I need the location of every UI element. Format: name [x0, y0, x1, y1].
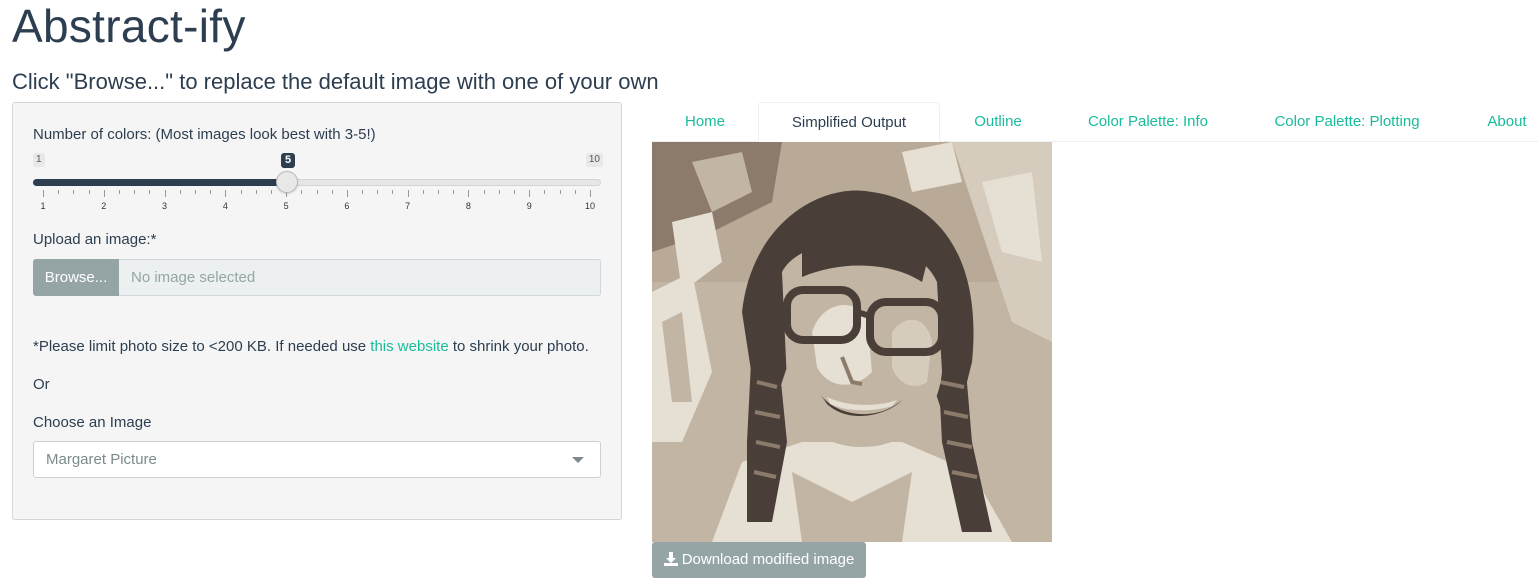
size-note-text-end: to shrink your photo. [448, 338, 589, 355]
slider-minor-tick [574, 190, 576, 194]
download-label: Download modified image [681, 551, 855, 568]
slider-minor-tick [58, 190, 60, 194]
slider-minor-tick [514, 190, 516, 194]
slider-minor-tick [422, 190, 424, 194]
slider-tick-label: 4 [222, 201, 228, 211]
slider-minor-tick [73, 190, 75, 194]
slider-tick-label: 7 [405, 201, 411, 211]
choose-image-label: Choose an Image [33, 414, 152, 431]
slider-minor-tick [438, 190, 440, 194]
slider-tick-label: 5 [283, 201, 289, 211]
slider-minor-tick [118, 190, 120, 194]
caret-down-icon [572, 457, 584, 463]
slider-minor-tick [240, 190, 242, 194]
slider-max-label: 10 [585, 153, 603, 167]
tab-simplified-output[interactable]: Simplified Output [758, 102, 940, 142]
slider-min-label: 1 [33, 153, 45, 167]
or-label: Or [33, 376, 50, 393]
slider-major-tick [529, 190, 531, 197]
slider-major-tick [103, 190, 105, 197]
simplified-output-image [652, 142, 1052, 542]
num-colors-label: Number of colors: (Most images look best… [33, 126, 376, 143]
tab-color-palette-info[interactable]: Color Palette: Info [1072, 102, 1224, 142]
tab-color-palette-plotting[interactable]: Color Palette: Plotting [1258, 102, 1436, 142]
slider-minor-tick [331, 190, 333, 194]
slider-minor-tick [134, 190, 136, 194]
slider-minor-tick [498, 190, 500, 194]
slider-minor-tick [453, 190, 455, 194]
file-upload: Browse... No image selected [33, 259, 601, 296]
choose-image-selected: Margaret Picture [46, 451, 157, 468]
tab-bar: Home Simplified Output Outline Color Pal… [652, 102, 1538, 142]
page-subtitle: Click "Browse..." to replace the default… [12, 69, 659, 94]
slider-tick-label: 3 [162, 201, 168, 211]
slider-minor-tick [255, 190, 257, 194]
num-colors-slider[interactable]: 1 10 5 1 2 3 4 5 6 7 8 9 10 [33, 153, 603, 213]
slider-major-tick [43, 190, 44, 197]
slider-minor-tick [377, 190, 379, 194]
slider-tick-label: 6 [344, 201, 350, 211]
app-title: Abstract-ify [12, 0, 246, 52]
slider-minor-tick [194, 190, 196, 194]
slider-fill [33, 179, 287, 186]
slider-minor-tick [559, 190, 561, 194]
slider-minor-tick [483, 190, 485, 194]
upload-label: Upload an image:* [33, 231, 157, 248]
slider-minor-tick [316, 190, 318, 194]
size-note: *Please limit photo size to <200 KB. If … [33, 338, 589, 355]
slider-major-tick [346, 190, 348, 197]
slider-minor-tick [362, 190, 364, 194]
slider-minor-tick [270, 190, 272, 194]
choose-image-select[interactable]: Margaret Picture [33, 441, 601, 478]
slider-minor-tick [88, 190, 90, 194]
slider-major-tick [590, 190, 591, 197]
download-icon [663, 552, 678, 566]
file-name-field[interactable]: No image selected [119, 259, 601, 296]
tab-about[interactable]: About [1472, 102, 1538, 142]
slider-handle[interactable] [276, 171, 298, 193]
slider-major-tick [225, 190, 227, 197]
slider-minor-tick [210, 190, 212, 194]
slider-tick-label: 8 [465, 201, 471, 211]
size-note-text: *Please limit photo size to <200 KB. If … [33, 338, 371, 355]
slider-minor-tick [301, 190, 303, 194]
browse-button[interactable]: Browse... [33, 259, 119, 296]
slider-tick-label: 1 [40, 201, 46, 211]
tab-outline[interactable]: Outline [956, 102, 1040, 142]
slider-major-tick [407, 190, 409, 197]
slider-value-label: 5 [281, 153, 296, 168]
slider-minor-tick [149, 190, 151, 194]
download-button[interactable]: Download modified image [652, 542, 866, 578]
slider-major-tick [468, 190, 470, 197]
slider-tick-label: 9 [526, 201, 532, 211]
slider-major-tick [164, 190, 166, 197]
sidebar-panel: Number of colors: (Most images look best… [12, 102, 622, 520]
slider-tick-label: 10 [584, 201, 595, 211]
tab-home[interactable]: Home [668, 102, 742, 142]
slider-minor-tick [392, 190, 394, 194]
slider-minor-tick [179, 190, 181, 194]
slider-tick-label: 2 [101, 201, 107, 211]
slider-minor-tick [544, 190, 546, 194]
shrink-website-link[interactable]: this website [370, 338, 448, 355]
